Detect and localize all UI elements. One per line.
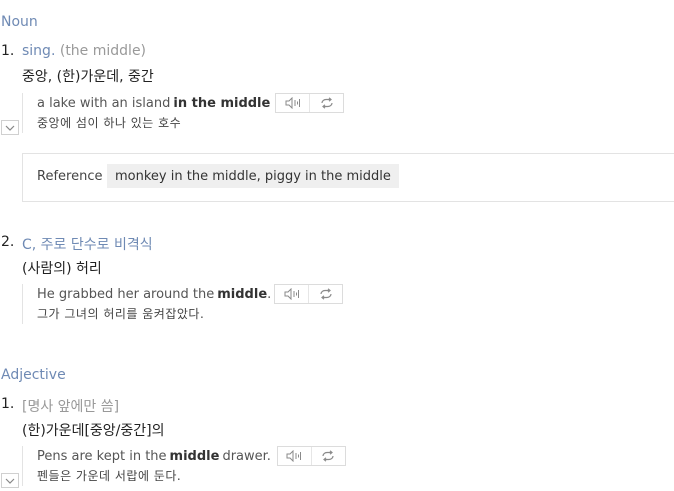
example-text: Pens are kept in the (37, 448, 167, 464)
grammar-note: (the middle) (59, 43, 147, 59)
speaker-icon[interactable] (278, 447, 311, 465)
example-highlight: in the middle (173, 95, 271, 111)
sense-grammar: sing. (the middle) (22, 43, 146, 59)
sense-meaning: (한)가운데[중앙/중간]의 (22, 423, 165, 439)
example-audio-controls (275, 93, 345, 113)
reference-link[interactable]: monkey in the middle, piggy in the middl… (107, 164, 399, 188)
example-sentence: He grabbed her around the middle . (37, 284, 344, 304)
grammar-label: sing. (22, 43, 56, 59)
chevron-down-icon[interactable] (1, 120, 19, 135)
example-audio-controls (274, 284, 344, 304)
sense-meaning: (사람의) 허리 (22, 261, 102, 277)
speaker-icon[interactable] (276, 94, 309, 112)
repeat-icon[interactable] (310, 447, 345, 465)
example-translation: 펜들은 가운데 서랍에 둔다. (37, 469, 182, 483)
example-block: a lake with an island in the middle 중앙에 … (22, 93, 345, 133)
example-block: Pens are kept in the middle drawer. 펜들은 … (22, 446, 346, 486)
repeat-icon[interactable] (308, 285, 342, 303)
speaker-icon[interactable] (275, 285, 308, 303)
reference-label: Reference (37, 169, 103, 184)
example-text: a lake with an island (37, 95, 171, 111)
example-sentence: a lake with an island in the middle (37, 93, 345, 113)
sense-meaning: 중앙, (한)가운데, 중간 (22, 69, 154, 85)
pos-label-adjective: Adjective (1, 367, 66, 383)
repeat-icon[interactable] (309, 94, 343, 112)
example-block: He grabbed her around the middle . 그가 그녀… (22, 284, 344, 324)
example-text-after: . (267, 286, 272, 302)
example-audio-controls (276, 446, 346, 466)
example-highlight: middle (169, 448, 220, 464)
example-text: He grabbed her around the (37, 286, 215, 302)
example-translation: 그가 그녀의 허리를 움켜잡았다. (37, 307, 205, 321)
example-text-after: drawer. (222, 448, 271, 464)
sense-grammar: C, 주로 단수로 비격식 (22, 237, 153, 253)
example-highlight: middle (217, 286, 268, 302)
example-sentence: Pens are kept in the middle drawer. (37, 446, 346, 466)
sense-number: 1. (1, 43, 15, 59)
sense-number: 1. (1, 396, 15, 412)
example-translation: 중앙에 섬이 하나 있는 호수 (37, 116, 182, 130)
pos-label-noun: Noun (1, 14, 38, 30)
chevron-down-icon[interactable] (1, 473, 19, 488)
sense-number: 2. (1, 234, 15, 250)
sense-grammar: [명사 앞에만 씀] (22, 399, 120, 415)
